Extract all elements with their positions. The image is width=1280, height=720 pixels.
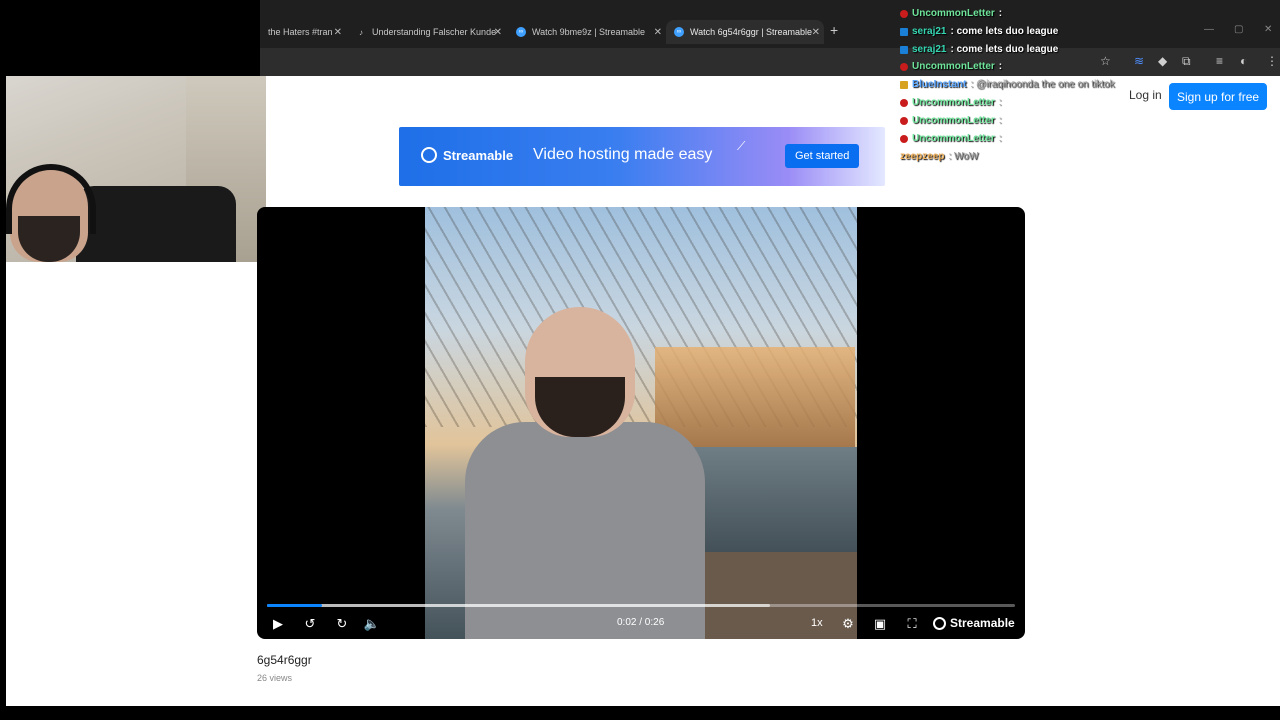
maximize-icon[interactable]: ▢ (1234, 24, 1243, 35)
close-icon[interactable]: ✕ (654, 27, 662, 38)
chat-badge-icon (900, 116, 908, 125)
webcam-overlay (6, 76, 266, 262)
browser-menu-icon[interactable]: ⋮ (1266, 54, 1278, 68)
tab-understanding[interactable]: ♪ Understanding Falscher Kunde ✕ (348, 20, 506, 44)
chat-text: : (998, 97, 1002, 108)
close-icon[interactable]: ✕ (334, 27, 342, 38)
chat-badge-icon (900, 62, 908, 71)
chat-badge-icon (900, 45, 908, 54)
media-control-icon[interactable]: ≡ (1216, 54, 1223, 68)
chat-message: UncommonLetter: (900, 133, 1002, 144)
buffered-bar (267, 604, 770, 607)
chat-username: UncommonLetter (912, 133, 995, 144)
chat-message: seraj21: come lets duo league (900, 26, 1058, 37)
chat-username: seraj21 (912, 44, 947, 55)
chat-text: : come lets duo league (950, 44, 1059, 55)
sparkle-icon: ⟋ (737, 139, 746, 153)
rewind-icon[interactable]: ↺ (301, 614, 319, 634)
chat-username: UncommonLetter (912, 8, 995, 19)
chat-username: BlueInstant (912, 79, 967, 90)
browser-tab-bar: the Haters #tran ✕ ♪ Understanding Falsc… (260, 0, 1280, 48)
play-icon[interactable]: ▶ (269, 614, 287, 634)
chat-username: seraj21 (912, 26, 947, 37)
tab-label: Watch 6g54r6ggr | Streamable (690, 27, 813, 37)
chat-text: : WoW (948, 151, 979, 162)
tiktok-icon: ♪ (359, 27, 363, 37)
extension-shield-icon[interactable]: ◆ (1158, 54, 1167, 68)
chat-username: UncommonLetter (912, 97, 995, 108)
chat-message: zeepzeep: WoW (900, 151, 978, 162)
volume-icon[interactable]: 🔈 (363, 614, 381, 634)
view-count: 26 views (257, 673, 293, 683)
streamable-logo-icon (933, 616, 946, 630)
profile-avatar-icon[interactable]: ◐ (1240, 54, 1247, 68)
tab-label: Watch 9bme9z | Streamable (532, 27, 646, 37)
close-icon[interactable]: ✕ (494, 27, 502, 38)
chat-message: UncommonLetter: (900, 61, 1002, 72)
banner-brand: Streamable (443, 147, 514, 163)
progress-fill (267, 604, 323, 607)
time-display: 0:02 / 0:26 (617, 617, 665, 628)
chat-badge-icon (900, 80, 908, 89)
get-started-button[interactable]: Get started (785, 144, 860, 168)
window-close-icon[interactable]: ✕ (1264, 24, 1272, 35)
chat-message: BlueInstant: @iraqihoonda the one on tik… (900, 79, 1115, 90)
banner-tagline: Video hosting made easy (533, 146, 713, 163)
new-tab-icon[interactable]: + (830, 22, 838, 38)
chat-message: UncommonLetter: (900, 8, 1002, 19)
streamable-page: Log in Sign up for free Streamable Video… (6, 76, 1280, 706)
streamable-icon: ∞ (516, 27, 526, 37)
chat-text: : @iraqihoonda the one on tiktok (970, 79, 1115, 90)
video-frame[interactable] (425, 207, 857, 639)
tab-haters[interactable]: the Haters #tran ✕ (260, 20, 346, 44)
extension-wave-icon[interactable]: ≋ (1134, 54, 1144, 68)
chat-text: : (998, 61, 1003, 72)
chat-text: : (998, 133, 1002, 144)
chat-username: UncommonLetter (912, 115, 995, 126)
chat-badge-icon (900, 134, 908, 143)
signup-button[interactable]: Sign up for free (1169, 83, 1268, 110)
minimize-icon[interactable]: — (1204, 24, 1214, 35)
fullscreen-icon[interactable]: ⛶ (903, 614, 921, 634)
picture-in-picture-icon[interactable]: ▣ (871, 614, 889, 634)
tab-label: Understanding Falscher Kunde (372, 27, 497, 37)
player-brand[interactable]: Streamable (933, 616, 1015, 630)
playback-speed-button[interactable]: 1x (811, 617, 823, 629)
extensions-puzzle-icon[interactable]: ⧉ (1182, 54, 1191, 69)
chat-badge-icon (900, 27, 908, 36)
chat-username: zeepzeep (900, 151, 945, 162)
close-icon[interactable]: ✕ (812, 27, 820, 38)
chat-message: UncommonLetter: (900, 115, 1002, 126)
chat-message: seraj21: come lets duo league (900, 44, 1058, 55)
screen-root: the Haters #tran ✕ ♪ Understanding Falsc… (0, 0, 1280, 720)
progress-bar[interactable] (267, 604, 1015, 607)
chat-badge-icon (900, 9, 908, 18)
video-title: 6g54r6ggr (257, 653, 312, 667)
bookmark-star-icon[interactable]: ☆ (1100, 54, 1111, 68)
chat-badge-icon (900, 98, 908, 107)
chat-username: UncommonLetter (912, 61, 995, 72)
settings-gear-icon[interactable]: ⚙ (839, 614, 857, 634)
banner-logo: Streamable (421, 147, 513, 163)
promo-banner[interactable]: Streamable Video hosting made easy ⟋ Get… (399, 127, 885, 186)
browser-toolbar: ☆ ≋ ◆ ⧉ ≡ ◐ ⋮ (260, 48, 1280, 76)
streamable-logo-icon (421, 147, 437, 163)
chat-text: : (998, 115, 1002, 126)
tab-watch-6g54r6ggr[interactable]: ∞ Watch 6g54r6ggr | Streamable ✕ (666, 20, 824, 44)
player-brand-label: Streamable (950, 616, 1015, 630)
chat-text: : (998, 8, 1003, 19)
chat-text: : come lets duo league (950, 26, 1059, 37)
forward-icon[interactable]: ↻ (333, 614, 351, 634)
video-player[interactable]: ▶ ↺ ↻ 🔈 0:02 / 0:26 1x ⚙ ▣ ⛶ Streamable (257, 207, 1025, 639)
chat-message: UncommonLetter: (900, 97, 1002, 108)
login-link[interactable]: Log in (1129, 88, 1162, 102)
streamable-icon: ∞ (674, 27, 684, 37)
tab-watch-9bme9z[interactable]: ∞ Watch 9bme9z | Streamable ✕ (508, 20, 666, 44)
tab-label: the Haters #tran (268, 27, 333, 37)
